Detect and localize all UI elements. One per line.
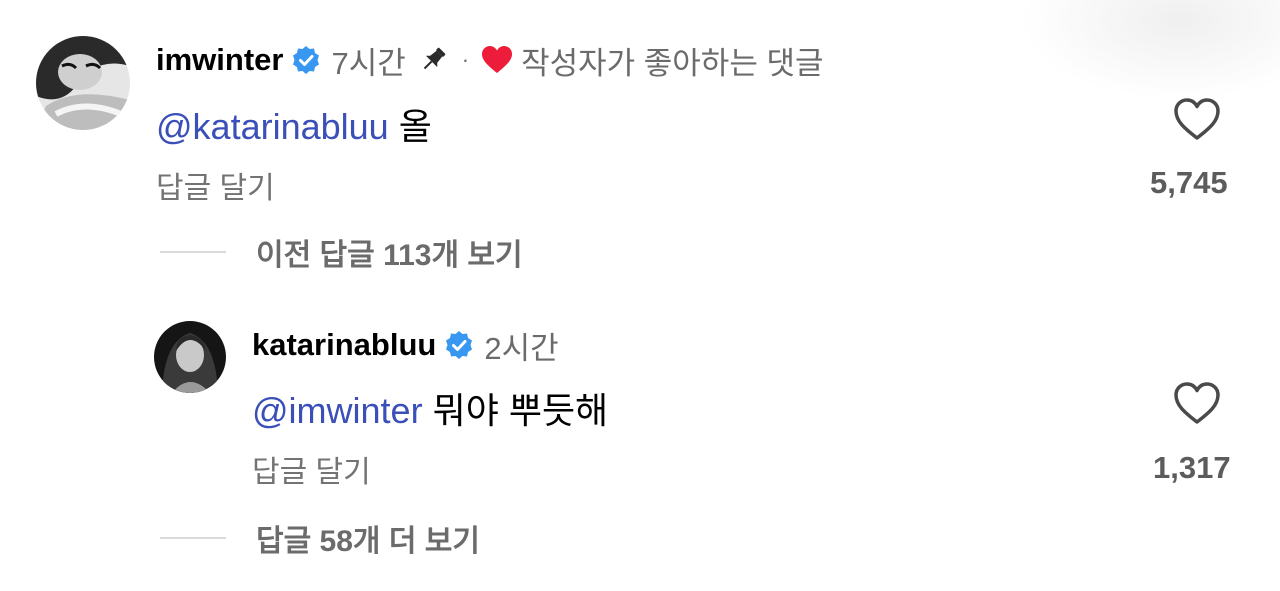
- verified-badge-icon: [444, 330, 474, 360]
- view-previous-replies[interactable]: 이전 답글 113개 보기: [160, 230, 523, 274]
- divider-line: [160, 537, 226, 539]
- heart-outline-icon: [1174, 98, 1220, 140]
- view-replies-label: 답글 58개 더 보기: [256, 525, 480, 558]
- liked-by-author-label: 작성자가 좋아하는 댓글: [521, 45, 824, 81]
- comment-body: 뭐야 뿌듯해: [432, 390, 609, 431]
- like-count: 5,745: [1150, 165, 1228, 200]
- divider-line: [160, 251, 226, 253]
- heart-outline-icon: [1174, 382, 1220, 424]
- heart-filled-icon: [481, 45, 513, 75]
- username[interactable]: katarinabluu: [252, 327, 436, 363]
- avatar-katarinabluu[interactable]: [154, 321, 226, 393]
- reply-button[interactable]: 답글 달기: [156, 163, 275, 207]
- like-button[interactable]: [1172, 96, 1222, 142]
- reply-button[interactable]: 답글 달기: [252, 447, 371, 491]
- comment-text: @katarinabluu 올: [156, 98, 432, 150]
- mention-link[interactable]: @katarinabluu: [156, 106, 389, 147]
- mention-link[interactable]: @imwinter: [252, 390, 423, 431]
- comment-time: 2시간: [484, 330, 559, 366]
- separator-dot: ·: [461, 47, 470, 72]
- comment-time: 7시간: [331, 45, 406, 81]
- avatar-imwinter[interactable]: [36, 36, 130, 130]
- background-glow: [1020, 0, 1280, 100]
- like-button[interactable]: [1172, 380, 1222, 426]
- pin-icon: [416, 43, 450, 77]
- view-replies-label: 이전 답글 113개 보기: [256, 239, 523, 272]
- verified-badge-icon: [291, 45, 321, 75]
- like-count: 1,317: [1153, 450, 1231, 485]
- comment-header: imwinter 7시간 · 작성자가 좋아하는 댓글: [156, 40, 824, 81]
- username[interactable]: imwinter: [156, 42, 283, 78]
- comment-text: @imwinter 뭐야 뿌듯해: [252, 382, 608, 434]
- comment-header: katarinabluu 2시간: [252, 325, 559, 366]
- comment-body: 올: [398, 106, 432, 147]
- view-more-replies[interactable]: 답글 58개 더 보기: [160, 516, 480, 560]
